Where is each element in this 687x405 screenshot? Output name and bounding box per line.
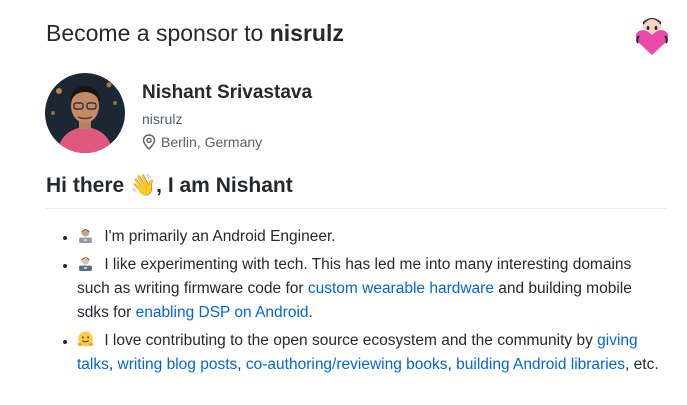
bio-item-3-text-1: I love contributing to the open source e…	[104, 332, 598, 349]
android-libraries-link[interactable]: building Android libraries	[456, 356, 625, 373]
bio-item-3-sep-3: ,	[447, 356, 457, 373]
bio-heading: Hi there 👋, I am Nishant	[46, 174, 293, 197]
profile-name: Nishant Srivastava	[142, 82, 313, 103]
hugging-face-emoji-icon	[77, 331, 94, 347]
list-item: I like experimenting with tech. This has…	[77, 253, 667, 325]
sponsor-octocat-heart-icon	[635, 18, 669, 55]
bio-list: I'm primarily an Android Engineer. I lik…	[50, 225, 667, 381]
list-item: I love contributing to the open source e…	[77, 329, 667, 377]
heading-divider	[46, 208, 666, 209]
page-title: Become a sponsor to nisrulz	[46, 20, 344, 47]
custom-wearable-hardware-link[interactable]: custom wearable hardware	[308, 280, 494, 297]
books-link[interactable]: co-authoring/reviewing books	[246, 356, 448, 373]
bio-item-2-text-3: .	[308, 304, 313, 321]
avatar[interactable]	[45, 73, 125, 153]
bio-item-3-sep-1: ,	[108, 356, 118, 373]
writing-blog-posts-link[interactable]: writing blog posts	[118, 356, 238, 373]
list-item: I'm primarily an Android Engineer.	[77, 225, 667, 249]
man-technologist-emoji-icon	[79, 257, 92, 271]
bio-item-3-sep-2: ,	[237, 356, 246, 373]
technologist-emoji-icon	[79, 229, 92, 243]
profile-login: nisrulz	[142, 111, 183, 127]
location-pin-icon	[142, 134, 156, 150]
profile-location: Berlin, Germany	[142, 134, 262, 150]
enabling-dsp-link[interactable]: enabling DSP on Android	[136, 304, 309, 321]
bio-item-1-text: I'm primarily an Android Engineer.	[104, 228, 336, 245]
bio-item-3-text-2: , etc.	[625, 356, 659, 373]
page-title-prefix: Become a sponsor to	[46, 20, 264, 46]
location-text: Berlin, Germany	[161, 134, 263, 150]
sponsored-username[interactable]: nisrulz	[270, 20, 344, 46]
